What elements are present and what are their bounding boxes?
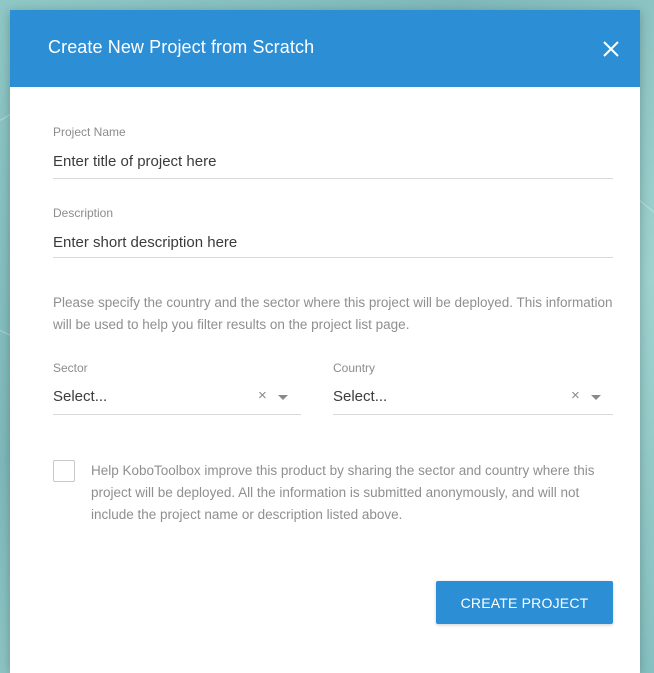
country-underline (333, 414, 613, 415)
sector-underline (53, 414, 301, 415)
share-data-checkbox[interactable] (53, 460, 75, 482)
create-project-dialog: Create New Project from Scratch Project … (10, 10, 640, 673)
background-line (639, 200, 654, 214)
description-input[interactable] (53, 232, 613, 252)
dialog-header: Create New Project from Scratch (10, 10, 640, 87)
project-name-label: Project Name (53, 125, 126, 139)
project-name-input[interactable] (53, 151, 613, 171)
sector-select-value: Select... (53, 388, 108, 405)
country-chevron-down-icon[interactable] (591, 395, 601, 400)
location-help-text: Please specify the country and the secto… (53, 295, 613, 332)
close-button[interactable] (600, 38, 622, 60)
sector-select[interactable]: Select... × (53, 382, 301, 414)
country-label: Country (333, 361, 376, 375)
project-name-underline (53, 178, 613, 179)
description-label: Description (53, 206, 114, 220)
create-project-button[interactable]: CREATE PROJECT (436, 581, 613, 624)
country-select[interactable]: Select... × (333, 382, 613, 414)
close-icon (603, 41, 619, 57)
sector-clear-icon[interactable]: × (258, 387, 267, 404)
sector-label: Sector (53, 361, 88, 375)
country-select-value: Select... (333, 388, 388, 405)
country-clear-icon[interactable]: × (571, 387, 580, 404)
description-underline (53, 257, 613, 258)
dialog-title: Create New Project from Scratch (48, 37, 315, 57)
share-data-consent-text: Help KoboToolbox improve this product by… (91, 463, 595, 522)
sector-chevron-down-icon[interactable] (278, 395, 288, 400)
